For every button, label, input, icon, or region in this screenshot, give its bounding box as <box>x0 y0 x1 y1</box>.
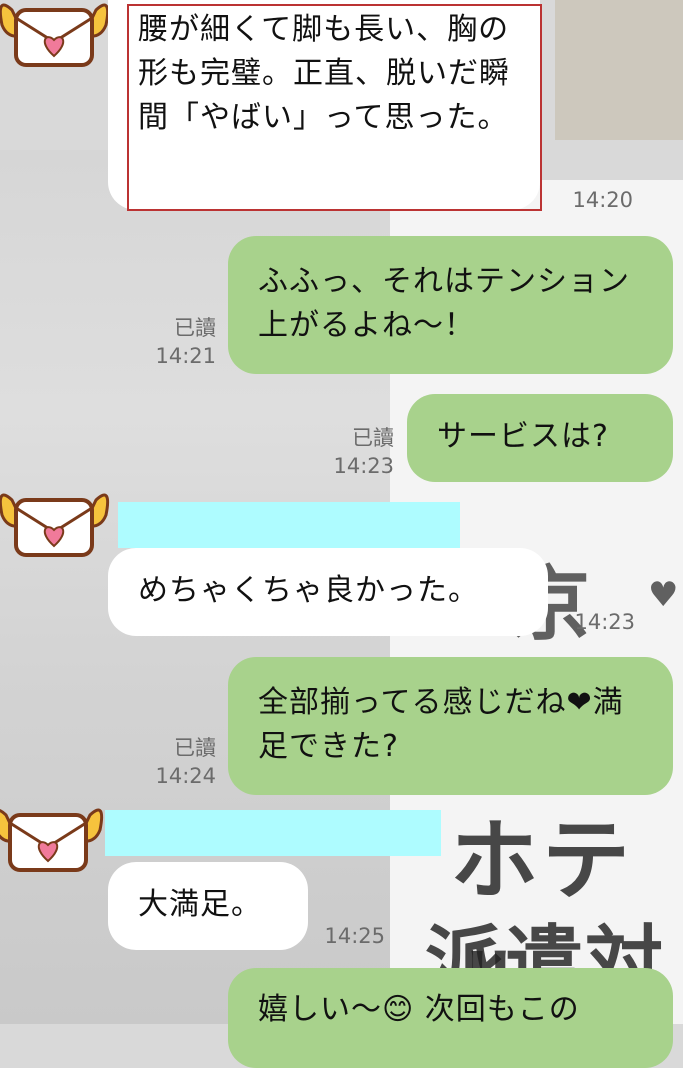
message-bubble-outgoing[interactable]: ふふっ、それはテンション上がるよね～！ <box>228 236 673 374</box>
message-text: 腰が細くて脚も長い、胸の形も完璧。正直、脱いだ瞬間「やばい」って思った。 <box>138 12 510 135</box>
message-text: ふふっ、それはテンション上がるよね～！ <box>258 264 630 343</box>
read-label: 已讀 <box>174 316 216 340</box>
sender-avatar-icon[interactable] <box>0 0 114 80</box>
message-text: サービスは? <box>437 419 609 454</box>
sender-avatar-icon[interactable] <box>0 470 114 570</box>
message-time: 14:20 <box>572 188 633 212</box>
message-bubble-outgoing[interactable]: 全部揃ってる感じだね❤満足できた? <box>228 657 673 795</box>
sender-name-redacted <box>118 502 460 548</box>
read-label: 已讀 <box>174 736 216 760</box>
message-bubble-incoming[interactable]: 腰が細くて脚も長い、胸の形も完璧。正直、脱いだ瞬間「やばい」って思った。 <box>108 0 540 210</box>
message-text: 全部揃ってる感じだね❤満足できた? <box>258 685 624 764</box>
message-time: 14:21 <box>155 344 216 368</box>
read-receipt: 已讀 14:23 <box>318 424 394 480</box>
background-photo-corner <box>555 0 683 140</box>
background-heart: ♥ <box>648 575 679 615</box>
message-bubble-incoming[interactable]: めちゃくちゃ良かった。 <box>108 548 548 636</box>
sender-avatar-icon[interactable] <box>0 785 108 885</box>
message-text: 大満足。 <box>138 887 262 922</box>
message-text: 嬉しい～😊 次回もこの <box>258 992 580 1027</box>
message-text: めちゃくちゃ良かった。 <box>138 573 479 608</box>
read-label: 已讀 <box>352 426 394 450</box>
message-bubble-outgoing[interactable]: 嬉しい～😊 次回もこの <box>228 968 673 1068</box>
message-time: 14:25 <box>324 924 385 948</box>
message-time: 14:23 <box>574 610 635 634</box>
sender-name-redacted <box>105 810 441 856</box>
read-receipt: 已讀 14:24 <box>140 734 216 790</box>
read-receipt: 已讀 14:21 <box>140 314 216 370</box>
message-bubble-incoming[interactable]: 大満足。 <box>108 862 308 950</box>
message-time: 14:23 <box>333 454 394 478</box>
message-bubble-outgoing[interactable]: サービスは? <box>407 394 673 482</box>
message-time: 14:24 <box>155 764 216 788</box>
